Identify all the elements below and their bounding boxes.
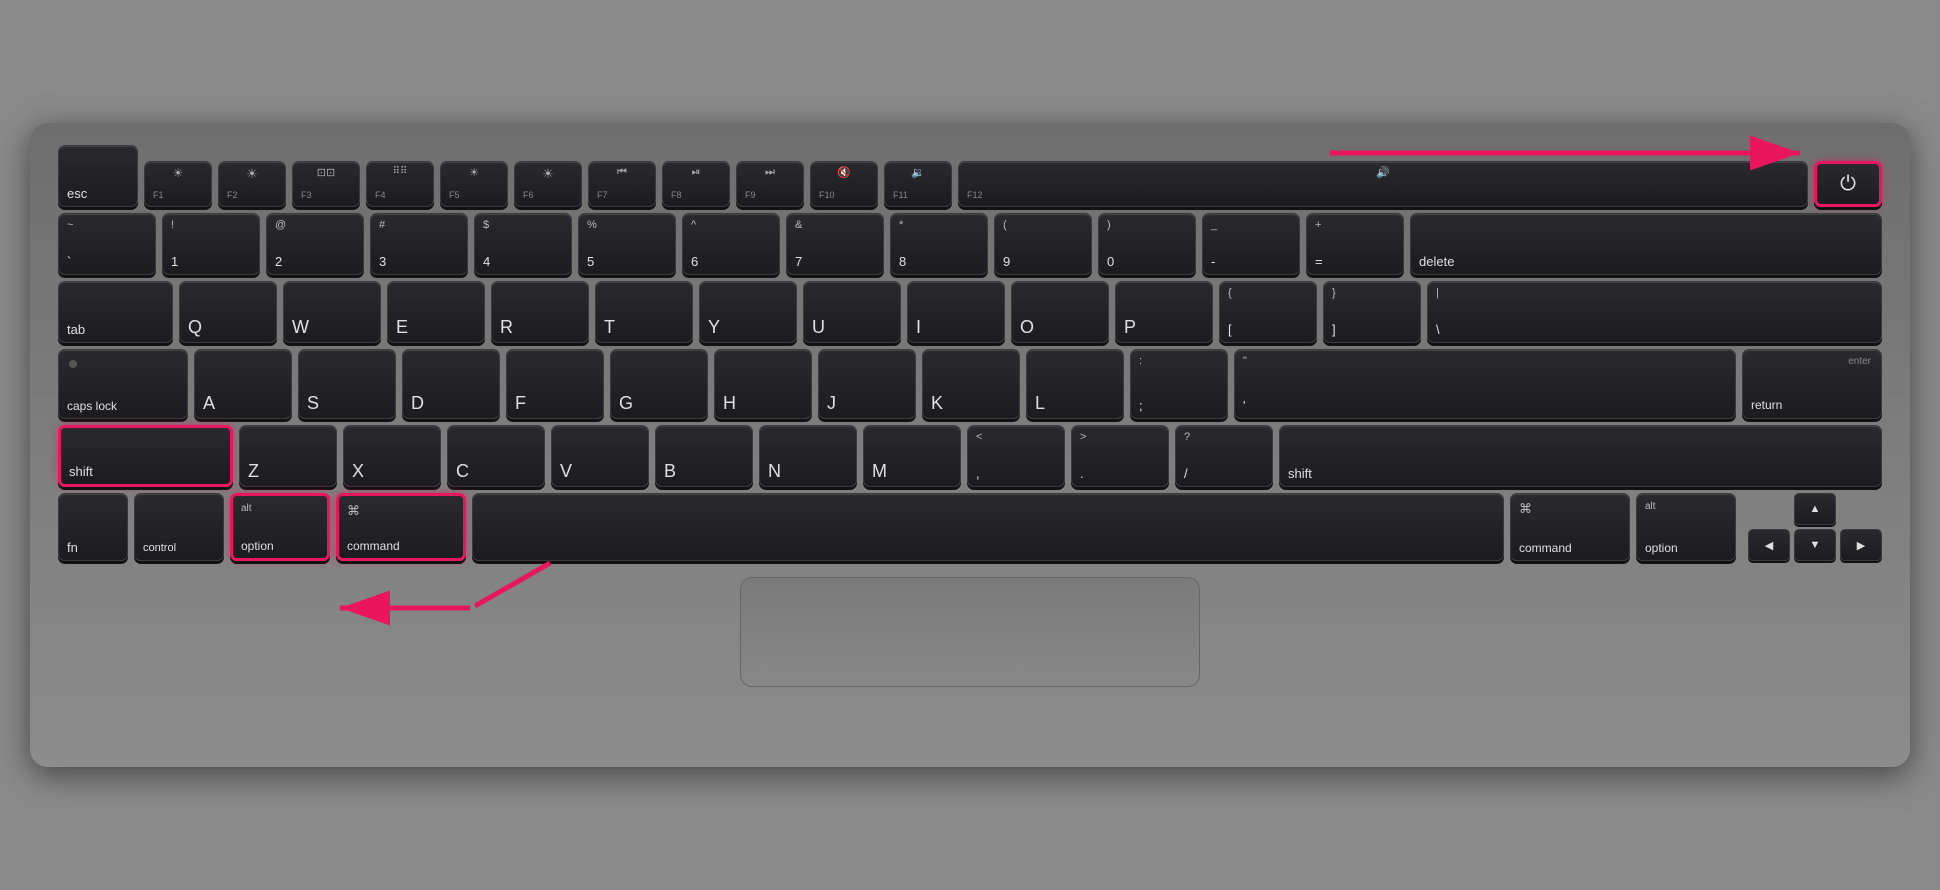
key-e[interactable]: E (387, 281, 485, 343)
key-arrow-left[interactable]: ◀ (1748, 529, 1790, 561)
trackpad-area (58, 571, 1882, 687)
key-0[interactable]: ) 0 (1098, 213, 1196, 275)
key-p[interactable]: P (1115, 281, 1213, 343)
key-fn[interactable]: fn (58, 493, 128, 561)
key-quote[interactable]: " ' (1234, 349, 1736, 419)
key-b[interactable]: B (655, 425, 753, 487)
key-6[interactable]: ^ 6 (682, 213, 780, 275)
key-arrow-right[interactable]: ▶ (1840, 529, 1882, 561)
key-backtick[interactable]: ~ ` (58, 213, 156, 275)
key-a[interactable]: A (194, 349, 292, 419)
key-3[interactable]: # 3 (370, 213, 468, 275)
key-t[interactable]: T (595, 281, 693, 343)
fn-row: esc ☀ F1 ☀ F2 ⊡⊡ F3 ⠿⠿ F4 ☀ F5 ☀ F6 ⏮ F7 (58, 145, 1882, 207)
key-s[interactable]: S (298, 349, 396, 419)
key-u[interactable]: U (803, 281, 901, 343)
key-option-left[interactable]: alt option (230, 493, 330, 561)
key-arrow-up[interactable]: ▲ (1794, 493, 1836, 525)
bottom-row: fn control alt option ⌘ command ⌘ comman… (58, 493, 1882, 561)
key-esc[interactable]: esc (58, 145, 138, 207)
key-backslash[interactable]: | \ (1427, 281, 1882, 343)
key-delete[interactable]: delete (1410, 213, 1882, 275)
key-m[interactable]: M (863, 425, 961, 487)
key-z[interactable]: Z (239, 425, 337, 487)
shift-row: shift Z X C V B N M < , > . ? / shift (58, 425, 1882, 487)
key-j[interactable]: J (818, 349, 916, 419)
key-f10[interactable]: 🔇 F10 (810, 161, 878, 207)
key-capslock[interactable]: caps lock (58, 349, 188, 419)
nav-cluster: ▲ ◀ ▼ ▶ (1748, 493, 1882, 561)
key-slash[interactable]: ? / (1175, 425, 1273, 487)
key-f7[interactable]: ⏮ F7 (588, 161, 656, 207)
key-comma[interactable]: < , (967, 425, 1065, 487)
key-o[interactable]: O (1011, 281, 1109, 343)
key-w[interactable]: W (283, 281, 381, 343)
key-l[interactable]: L (1026, 349, 1124, 419)
key-rbracket[interactable]: } ] (1323, 281, 1421, 343)
key-command-right[interactable]: ⌘ command (1510, 493, 1630, 561)
key-4[interactable]: $ 4 (474, 213, 572, 275)
key-h[interactable]: H (714, 349, 812, 419)
key-x[interactable]: X (343, 425, 441, 487)
key-i[interactable]: I (907, 281, 1005, 343)
keyboard: esc ☀ F1 ☀ F2 ⊡⊡ F3 ⠿⠿ F4 ☀ F5 ☀ F6 ⏮ F7 (30, 123, 1910, 767)
key-8[interactable]: * 8 (890, 213, 988, 275)
caps-lock-indicator (69, 360, 77, 368)
number-row: ~ ` ! 1 @ 2 # 3 $ 4 % 5 ^ 6 & 7 (58, 213, 1882, 275)
key-semicolon[interactable]: : ; (1130, 349, 1228, 419)
key-f4[interactable]: ⠿⠿ F4 (366, 161, 434, 207)
key-q[interactable]: Q (179, 281, 277, 343)
home-row: caps lock A S D F G H J K L : ; " ' ente… (58, 349, 1882, 419)
key-command-left[interactable]: ⌘ command (336, 493, 466, 561)
key-f2[interactable]: ☀ F2 (218, 161, 286, 207)
key-space[interactable] (472, 493, 1504, 561)
key-tab[interactable]: tab (58, 281, 173, 343)
key-shift-left[interactable]: shift (58, 425, 233, 487)
key-power[interactable]: ⏻ (1814, 161, 1882, 207)
key-f[interactable]: F (506, 349, 604, 419)
key-f12[interactable]: 🔊 F12 (958, 161, 1808, 207)
key-arrow-down[interactable]: ▼ (1794, 529, 1836, 561)
key-period[interactable]: > . (1071, 425, 1169, 487)
key-control[interactable]: control (134, 493, 224, 561)
key-c[interactable]: C (447, 425, 545, 487)
key-5[interactable]: % 5 (578, 213, 676, 275)
key-2[interactable]: @ 2 (266, 213, 364, 275)
key-f11[interactable]: 🔉 F11 (884, 161, 952, 207)
key-shift-right[interactable]: shift (1279, 425, 1882, 487)
trackpad[interactable] (740, 577, 1200, 687)
key-9[interactable]: ( 9 (994, 213, 1092, 275)
key-1[interactable]: ! 1 (162, 213, 260, 275)
key-f3[interactable]: ⊡⊡ F3 (292, 161, 360, 207)
qwerty-row: tab Q W E R T Y U I O P { [ } ] | \ (58, 281, 1882, 343)
key-f9[interactable]: ⏭ F9 (736, 161, 804, 207)
key-lbracket[interactable]: { [ (1219, 281, 1317, 343)
key-r[interactable]: R (491, 281, 589, 343)
key-n[interactable]: N (759, 425, 857, 487)
key-d[interactable]: D (402, 349, 500, 419)
key-y[interactable]: Y (699, 281, 797, 343)
key-minus[interactable]: _ - (1202, 213, 1300, 275)
key-equals[interactable]: + = (1306, 213, 1404, 275)
key-g[interactable]: G (610, 349, 708, 419)
key-k[interactable]: K (922, 349, 1020, 419)
key-f5[interactable]: ☀ F5 (440, 161, 508, 207)
key-option-right[interactable]: alt option (1636, 493, 1736, 561)
key-v[interactable]: V (551, 425, 649, 487)
key-enter[interactable]: enter return (1742, 349, 1882, 419)
key-7[interactable]: & 7 (786, 213, 884, 275)
key-f1[interactable]: ☀ F1 (144, 161, 212, 207)
key-f6[interactable]: ☀ F6 (514, 161, 582, 207)
key-f8[interactable]: ⏯ F8 (662, 161, 730, 207)
